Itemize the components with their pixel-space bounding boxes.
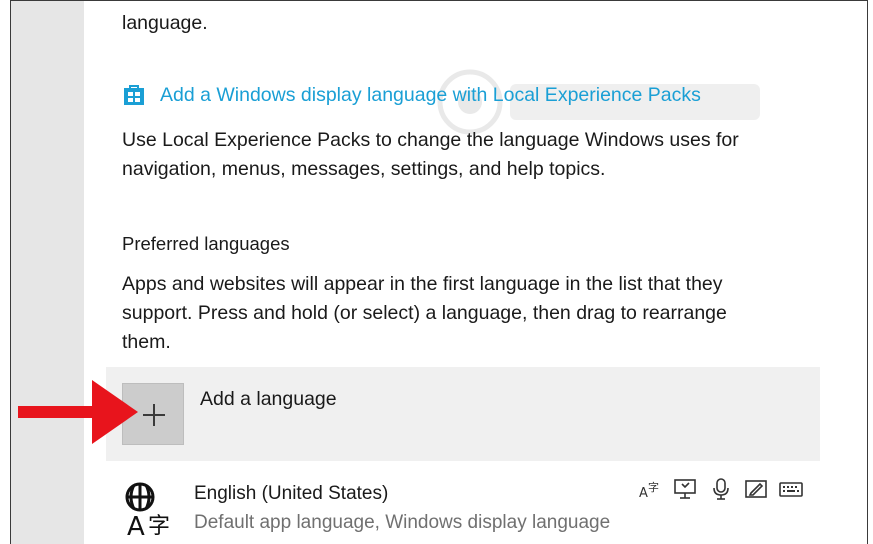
language-pack-icon: A 字 bbox=[639, 480, 659, 501]
lep-description-line2: navigation, menus, messages, settings, a… bbox=[122, 158, 606, 180]
display-language-icon bbox=[674, 479, 696, 499]
lep-description-line1: Use Local Experience Packs to change the… bbox=[122, 129, 739, 151]
preferred-languages-desc-line2: support. Press and hold (or select) a la… bbox=[122, 302, 727, 324]
partial-text: language. bbox=[122, 12, 208, 34]
svg-text:A: A bbox=[639, 486, 648, 501]
language-detail: Default app language, Windows display la… bbox=[194, 512, 611, 533]
svg-text:字: 字 bbox=[648, 480, 659, 494]
navigation-pane bbox=[11, 1, 84, 544]
add-display-language-link[interactable]: Add a Windows display language with Loca… bbox=[122, 83, 701, 107]
svg-text:A: A bbox=[127, 512, 145, 539]
store-bag-icon bbox=[124, 85, 144, 105]
add-language-button[interactable] bbox=[106, 367, 820, 461]
preferred-languages-desc-line1: Apps and websites will appear in the fir… bbox=[122, 273, 723, 295]
svg-text:字: 字 bbox=[148, 514, 170, 539]
keyboard-icon bbox=[779, 482, 803, 497]
preferred-languages-heading: Preferred languages bbox=[122, 233, 290, 254]
preferred-languages-desc-line3: them. bbox=[122, 331, 171, 353]
speech-icon bbox=[713, 478, 729, 500]
handwriting-icon bbox=[745, 480, 767, 498]
language-globe-icon: A 字 bbox=[125, 482, 170, 539]
language-name: English (United States) bbox=[194, 483, 389, 504]
annotation-arrow-icon bbox=[18, 380, 138, 444]
add-display-language-label[interactable]: Add a Windows display language with Loca… bbox=[160, 84, 701, 107]
add-language-label[interactable]: Add a language bbox=[200, 385, 337, 414]
